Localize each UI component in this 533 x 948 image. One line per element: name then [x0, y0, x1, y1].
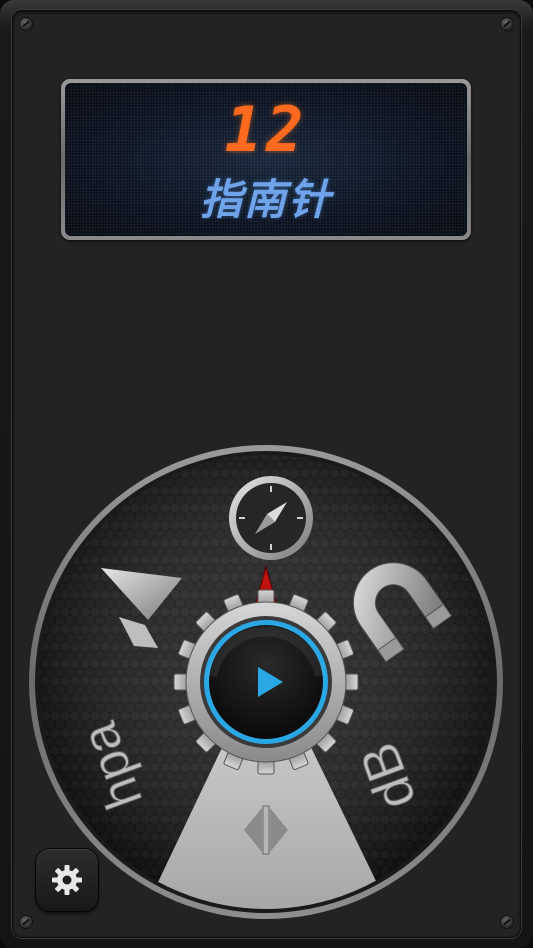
settings-button[interactable]	[36, 849, 98, 911]
tool-dial: hpa dB	[29, 445, 503, 919]
compass-icon[interactable]	[229, 476, 313, 560]
gear-icon	[52, 865, 82, 895]
center-knob[interactable]	[173, 589, 359, 775]
device-frame: 12 指南针 hpa dB	[0, 0, 533, 948]
